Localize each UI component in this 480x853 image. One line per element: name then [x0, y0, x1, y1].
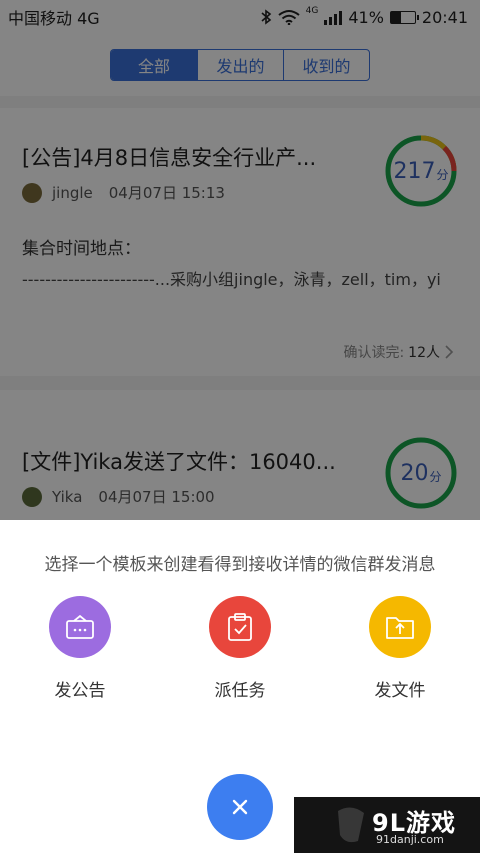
file-folder-icon[interactable] [369, 596, 431, 658]
close-button[interactable] [207, 774, 273, 840]
announcement-icon[interactable] [49, 596, 111, 658]
option-label: 派任务 [214, 681, 266, 701]
watermark-logo [338, 807, 364, 843]
watermark: 9L游戏 91danji.com [294, 797, 480, 853]
create-announcement-option[interactable]: 发公告 [20, 596, 140, 701]
watermark-url: 91danji.com [376, 833, 444, 846]
task-clipboard-icon[interactable] [209, 596, 271, 658]
assign-task-option[interactable]: 派任务 [180, 596, 300, 701]
sheet-prompt: 选择一个模板来创建看得到接收详情的微信群发消息 [44, 555, 436, 575]
close-icon [232, 799, 248, 815]
option-label: 发文件 [374, 681, 426, 701]
option-label: 发公告 [54, 681, 106, 701]
send-file-option[interactable]: 发文件 [340, 596, 460, 701]
